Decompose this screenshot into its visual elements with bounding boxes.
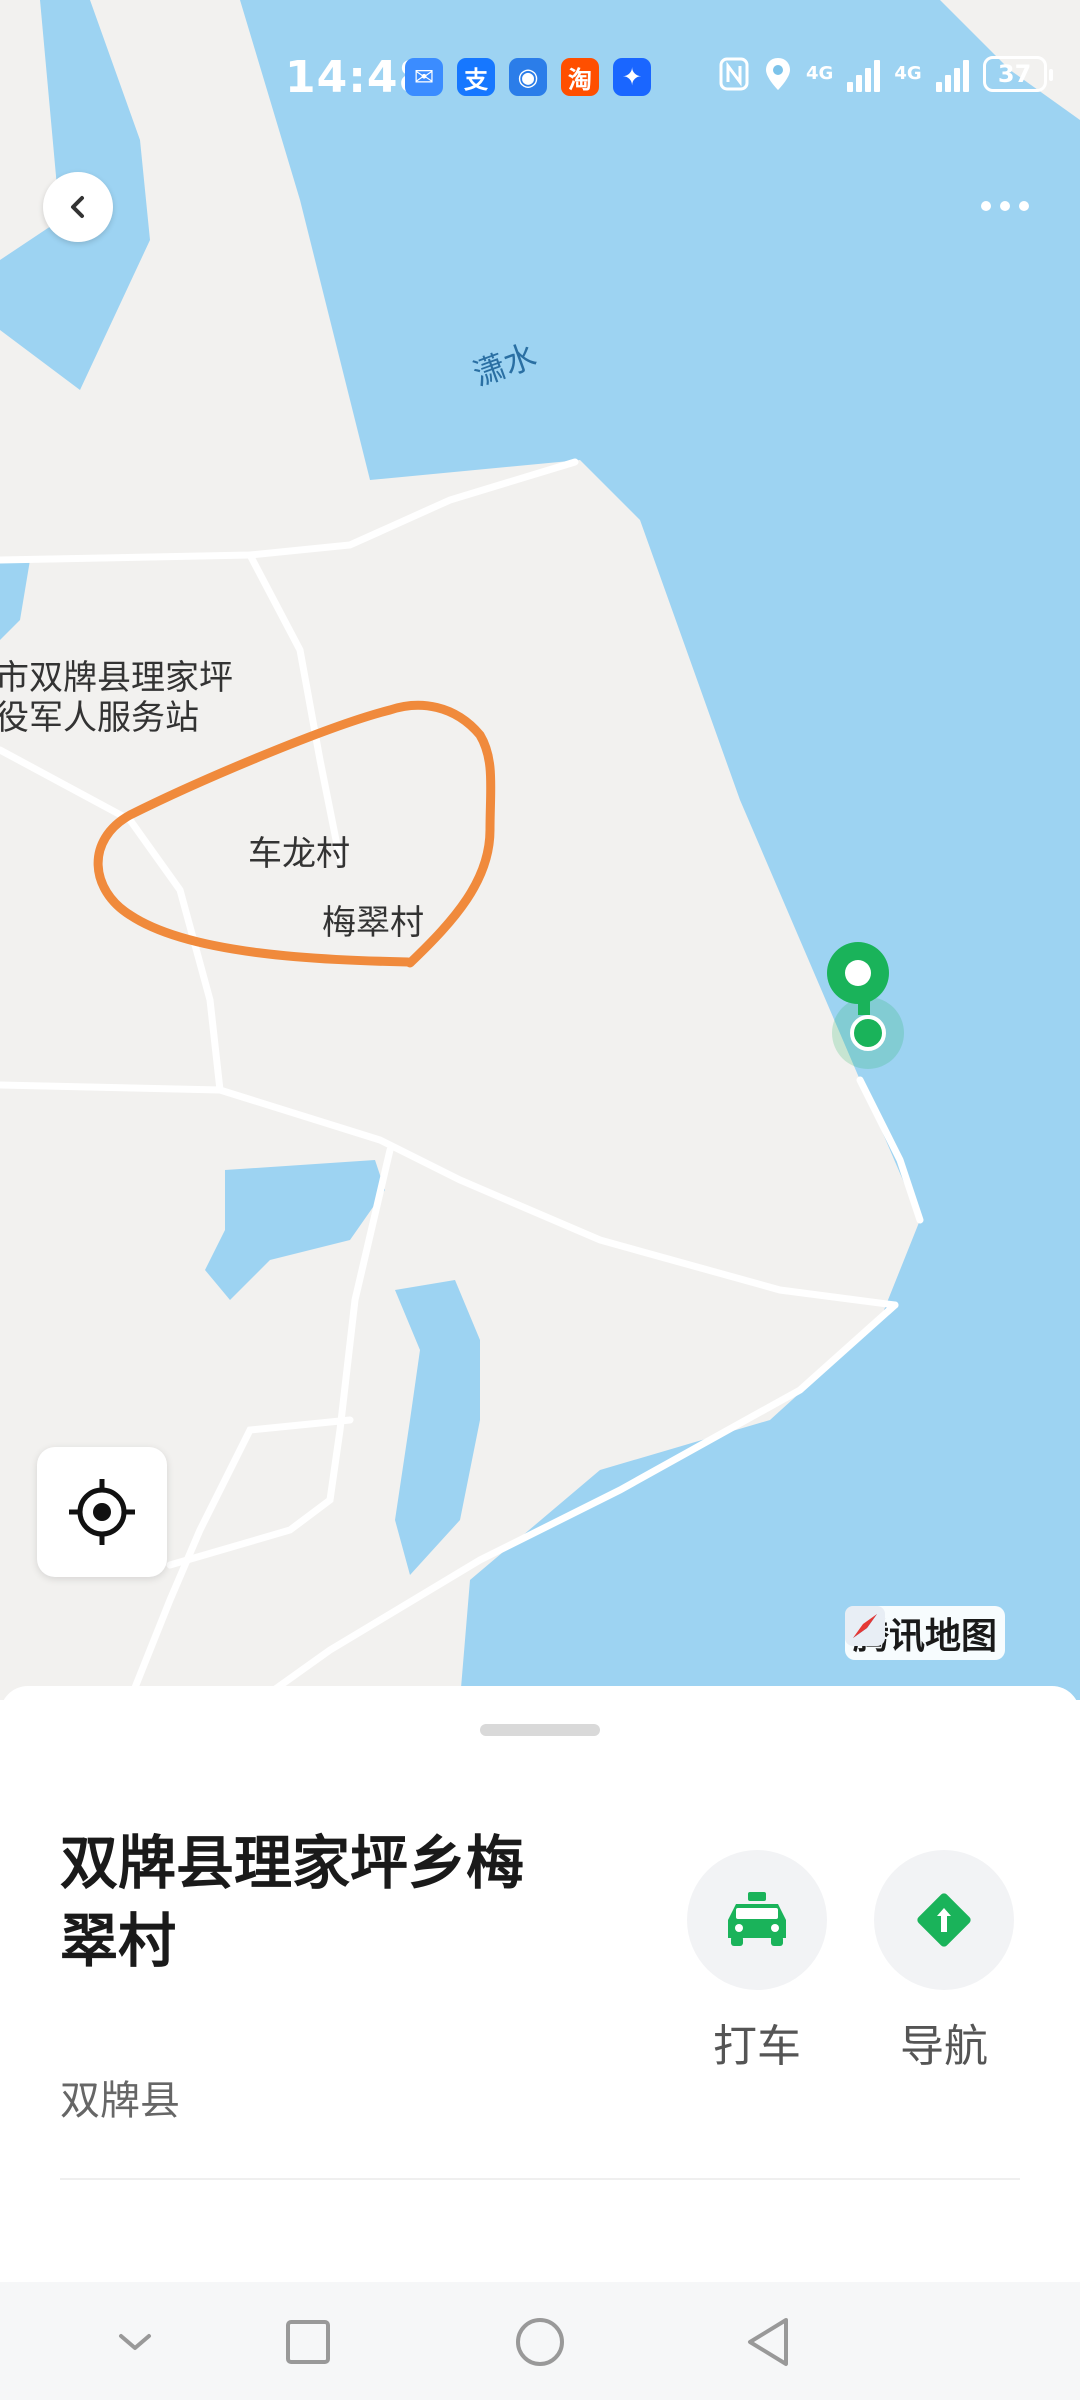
poi-service-station-line2[interactable]: 役军人服务站 bbox=[0, 690, 199, 739]
navigate-button[interactable]: 导航 bbox=[869, 1850, 1019, 2074]
system-nav-bar bbox=[0, 2282, 1080, 2400]
place-title: 双牌县理家坪乡梅翠村 bbox=[60, 1829, 525, 1975]
chevron-left-icon bbox=[71, 196, 84, 218]
map-view[interactable]: 潇水 市双牌县理家坪 役军人服务站 车龙村 梅翠村 腾讯地图 bbox=[0, 0, 1080, 1700]
square-icon bbox=[286, 2320, 330, 2364]
status-bar: 14:48 ✉ 支 ◉ 淘 ✦ 4G 4G 37 bbox=[0, 0, 1080, 160]
navigate-label: 导航 bbox=[900, 2021, 988, 2072]
nfc-icon bbox=[719, 57, 749, 91]
browser-icon: ◉ bbox=[509, 58, 547, 96]
sheet-drag-handle[interactable] bbox=[480, 1724, 600, 1736]
map-brand-logo: 腾讯地图 bbox=[845, 1606, 1006, 1660]
alipay-icon: 支 bbox=[457, 58, 495, 96]
divider bbox=[60, 2178, 1020, 2180]
location-icon bbox=[766, 58, 790, 90]
village-label-chelong[interactable]: 车龙村 bbox=[248, 826, 350, 875]
back-button[interactable] bbox=[43, 172, 113, 242]
triangle-back-icon bbox=[748, 2318, 788, 2366]
more-dot-icon bbox=[1000, 201, 1010, 211]
network-type-2: 4G bbox=[894, 63, 922, 84]
more-dot-icon bbox=[981, 201, 991, 211]
notification-icons: ✉ 支 ◉ 淘 ✦ bbox=[405, 58, 651, 96]
taxi-button[interactable]: 打车 bbox=[682, 1850, 832, 2074]
navigation-icon bbox=[917, 1893, 971, 1947]
bulb-icon: ✦ bbox=[613, 58, 651, 96]
crosshair-icon bbox=[69, 1479, 135, 1545]
place-subtitle: 双牌县 bbox=[60, 2078, 180, 2124]
nav-recents-button[interactable] bbox=[278, 2312, 338, 2372]
network-type-1: 4G bbox=[806, 63, 834, 84]
nav-back-button[interactable] bbox=[738, 2312, 798, 2372]
map-canvas[interactable] bbox=[0, 0, 1080, 1700]
tencent-map-icon bbox=[845, 1606, 885, 1646]
more-options-button[interactable] bbox=[970, 186, 1040, 226]
taobao-icon: 淘 bbox=[561, 58, 599, 96]
signal-bars-2-icon bbox=[935, 56, 969, 92]
more-dot-icon bbox=[1019, 201, 1029, 211]
nav-hide-keyboard-button[interactable] bbox=[105, 2312, 165, 2372]
taxi-icon bbox=[728, 1892, 786, 1946]
signal-bars-1-icon bbox=[847, 56, 881, 92]
circle-icon bbox=[516, 2318, 564, 2366]
locate-me-button[interactable] bbox=[37, 1447, 167, 1577]
system-indicators: 4G 4G 37 bbox=[718, 56, 1053, 92]
battery-level: 37 bbox=[997, 60, 1032, 88]
taxi-label: 打车 bbox=[713, 2021, 801, 2072]
battery-indicator: 37 bbox=[982, 56, 1053, 92]
nav-home-button[interactable] bbox=[510, 2312, 570, 2372]
mail-icon: ✉ bbox=[405, 58, 443, 96]
navigate-button-circle[interactable] bbox=[874, 1850, 1014, 1990]
village-label-meicui[interactable]: 梅翠村 bbox=[322, 895, 424, 944]
taxi-button-circle[interactable] bbox=[687, 1850, 827, 1990]
chevron-down-icon bbox=[119, 2334, 151, 2350]
